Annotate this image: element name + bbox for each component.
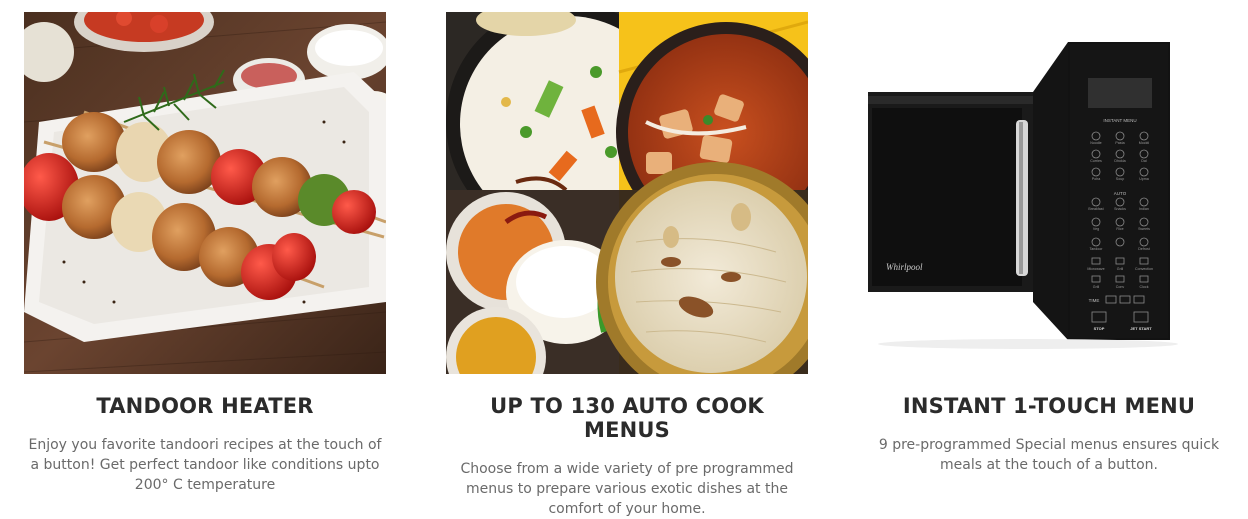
panel-label: Mocktl [1139, 141, 1150, 145]
feature-title: UP TO 130 AUTO COOK MENUS [490, 394, 764, 442]
panel-label: Sweets [1138, 227, 1150, 231]
feature-description: Enjoy you favorite tandoori recipes at t… [28, 437, 382, 493]
panel-label: Grill [1093, 285, 1100, 289]
panel-label: Curries [1090, 159, 1102, 163]
feature-title: INSTANT 1-TOUCH MENU [902, 394, 1196, 418]
feature-description: Choose from a wide variety of pre progra… [460, 461, 794, 517]
panel-time-label: TIME [1089, 298, 1100, 303]
panel-label: Noodle [1090, 141, 1101, 145]
panel-label: Dal [1141, 159, 1147, 163]
panel-label: Tandoor [1090, 247, 1104, 251]
feature-card-tandoor: TANDOOR HEATER Enjoy you favorite tandoo… [24, 12, 386, 495]
indian-dishes-collage-image [446, 12, 808, 374]
feature-description: 9 pre-programmed Special menus ensures q… [878, 437, 1220, 473]
panel-label: Grill [1117, 267, 1124, 271]
panel-stop-label: STOP [1094, 326, 1105, 331]
panel-auto-label: AUTO [1114, 191, 1127, 196]
whirlpool-logo: Whirlpool [886, 262, 923, 272]
panel-label: Snacks [1114, 207, 1126, 211]
panel-label: Indian [1139, 207, 1149, 211]
feature-card-auto-cook: UP TO 130 AUTO COOK MENUS Choose from a … [446, 12, 808, 519]
tandoor-skewers-image [24, 12, 386, 374]
panel-label: Conv [1116, 285, 1125, 289]
panel-label: Breakfast [1088, 207, 1103, 211]
panel-instant-menu-label: INSTANT MENU [1103, 118, 1136, 123]
panel-label: Soup [1116, 177, 1124, 181]
microwave-control-panel-image: INSTANT MENU Noodle Pasta Mocktl Curries… [868, 12, 1230, 374]
panel-label: Dhokla [1114, 159, 1125, 163]
panel-label: Poha [1092, 177, 1100, 181]
panel-start-label: JET START [1130, 326, 1152, 331]
panel-label: Microwave [1087, 267, 1104, 271]
panel-label: Veg [1093, 227, 1099, 231]
panel-label: Convection [1135, 267, 1153, 271]
panel-label: Upma [1139, 177, 1149, 181]
feature-title: TANDOOR HEATER [96, 394, 314, 418]
panel-label: Pasta [1115, 141, 1124, 145]
feature-card-instant-menu: INSTANT MENU Noodle Pasta Mocktl Curries… [868, 12, 1230, 475]
panel-label: Clock [1140, 285, 1149, 289]
panel-label: Defrost [1138, 247, 1150, 251]
panel-label: Rice [1116, 227, 1123, 231]
